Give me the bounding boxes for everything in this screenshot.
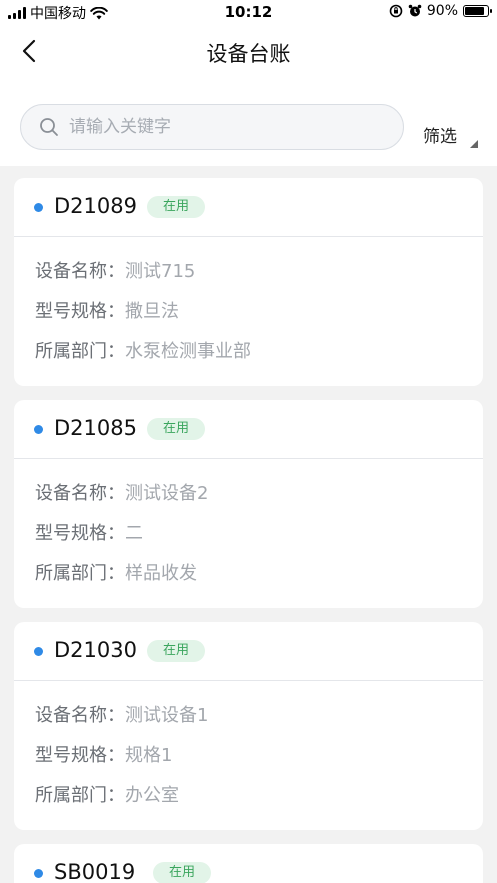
- device-name-value: 测试715: [125, 261, 196, 282]
- device-dept-row: 所属部门： 样品收发: [14, 559, 483, 599]
- device-dept-label: 所属部门：: [35, 785, 125, 806]
- device-dept-value: 办公室: [125, 785, 179, 806]
- card-header: SB0019 在用: [14, 844, 483, 883]
- card-header: D21085 在用: [14, 400, 483, 459]
- search-input[interactable]: [67, 116, 371, 138]
- device-name-label: 设备名称：: [35, 705, 125, 726]
- device-card[interactable]: SB0019 在用: [14, 844, 483, 883]
- device-name-row: 设备名称： 测试设备1: [14, 701, 483, 741]
- device-dept-row: 所属部门： 水泵检测事业部: [14, 337, 483, 377]
- status-right: 90%: [389, 3, 492, 19]
- card-body: 设备名称： 测试设备1 型号规格： 规格1 所属部门： 办公室: [14, 681, 483, 821]
- status-badge: 在用: [147, 196, 206, 218]
- device-name-row: 设备名称： 测试设备2: [14, 479, 483, 519]
- device-dept-value: 样品收发: [125, 563, 197, 584]
- device-name-row: 设备名称： 测试715: [14, 257, 483, 297]
- device-name-label: 设备名称：: [35, 261, 125, 282]
- device-card[interactable]: D21089 在用 设备名称： 测试715 型号规格： 撒旦法 所属部门： 水泵…: [14, 178, 483, 386]
- battery-percent: 90%: [426, 3, 458, 19]
- device-code: D21085: [54, 416, 137, 440]
- device-name-value: 测试设备2: [125, 483, 209, 504]
- card-body: 设备名称： 测试715 型号规格： 撒旦法 所属部门： 水泵检测事业部: [14, 237, 483, 377]
- device-card[interactable]: D21085 在用 设备名称： 测试设备2 型号规格： 二 所属部门： 样品收发: [14, 400, 483, 608]
- screen-lock-icon: [389, 4, 403, 18]
- device-dept-row: 所属部门： 办公室: [14, 781, 483, 821]
- page-title: 设备台账: [206, 42, 291, 66]
- device-name-value: 测试设备1: [125, 705, 209, 726]
- device-code: D21030: [54, 638, 137, 662]
- status-badge: 在用: [147, 418, 206, 440]
- device-dept-label: 所属部门：: [35, 341, 125, 362]
- device-dept-label: 所属部门：: [35, 563, 125, 584]
- device-model-row: 型号规格： 二: [14, 519, 483, 559]
- search-area: 筛选: [0, 78, 497, 166]
- search-box[interactable]: [20, 104, 404, 150]
- device-code: SB0019: [54, 860, 136, 883]
- card-header: D21089 在用: [14, 178, 483, 237]
- card-body: 设备名称： 测试设备2 型号规格： 二 所属部门： 样品收发: [14, 459, 483, 599]
- device-card[interactable]: D21030 在用 设备名称： 测试设备1 型号规格： 规格1 所属部门： 办公…: [14, 622, 483, 830]
- device-model-row: 型号规格： 规格1: [14, 741, 483, 781]
- search-icon: [40, 118, 58, 136]
- battery-icon: [463, 5, 492, 17]
- device-code: D21089: [54, 194, 137, 218]
- device-model-row: 型号规格： 撒旦法: [14, 297, 483, 337]
- device-model-value: 撒旦法: [125, 301, 179, 322]
- status-bar: 中国移动 10:12 90%: [0, 0, 497, 26]
- status-dot: [34, 869, 43, 878]
- nav-bar: 设备台账: [0, 26, 497, 78]
- filter-button[interactable]: 筛选: [423, 122, 457, 147]
- status-badge: 在用: [153, 862, 212, 883]
- device-model-label: 型号规格：: [35, 745, 125, 766]
- device-model-label: 型号规格：: [35, 301, 125, 322]
- status-dot: [34, 203, 43, 212]
- card-header: D21030 在用: [14, 622, 483, 681]
- device-model-value: 规格1: [125, 745, 173, 766]
- status-dot: [34, 647, 43, 656]
- status-dot: [34, 425, 43, 434]
- device-dept-value: 水泵检测事业部: [125, 341, 251, 362]
- device-model-value: 二: [125, 523, 143, 544]
- status-badge: 在用: [147, 640, 206, 662]
- device-model-label: 型号规格：: [35, 523, 125, 544]
- alarm-icon: [408, 4, 422, 17]
- filter-corner-triangle-icon: [470, 140, 478, 148]
- device-name-label: 设备名称：: [35, 483, 125, 504]
